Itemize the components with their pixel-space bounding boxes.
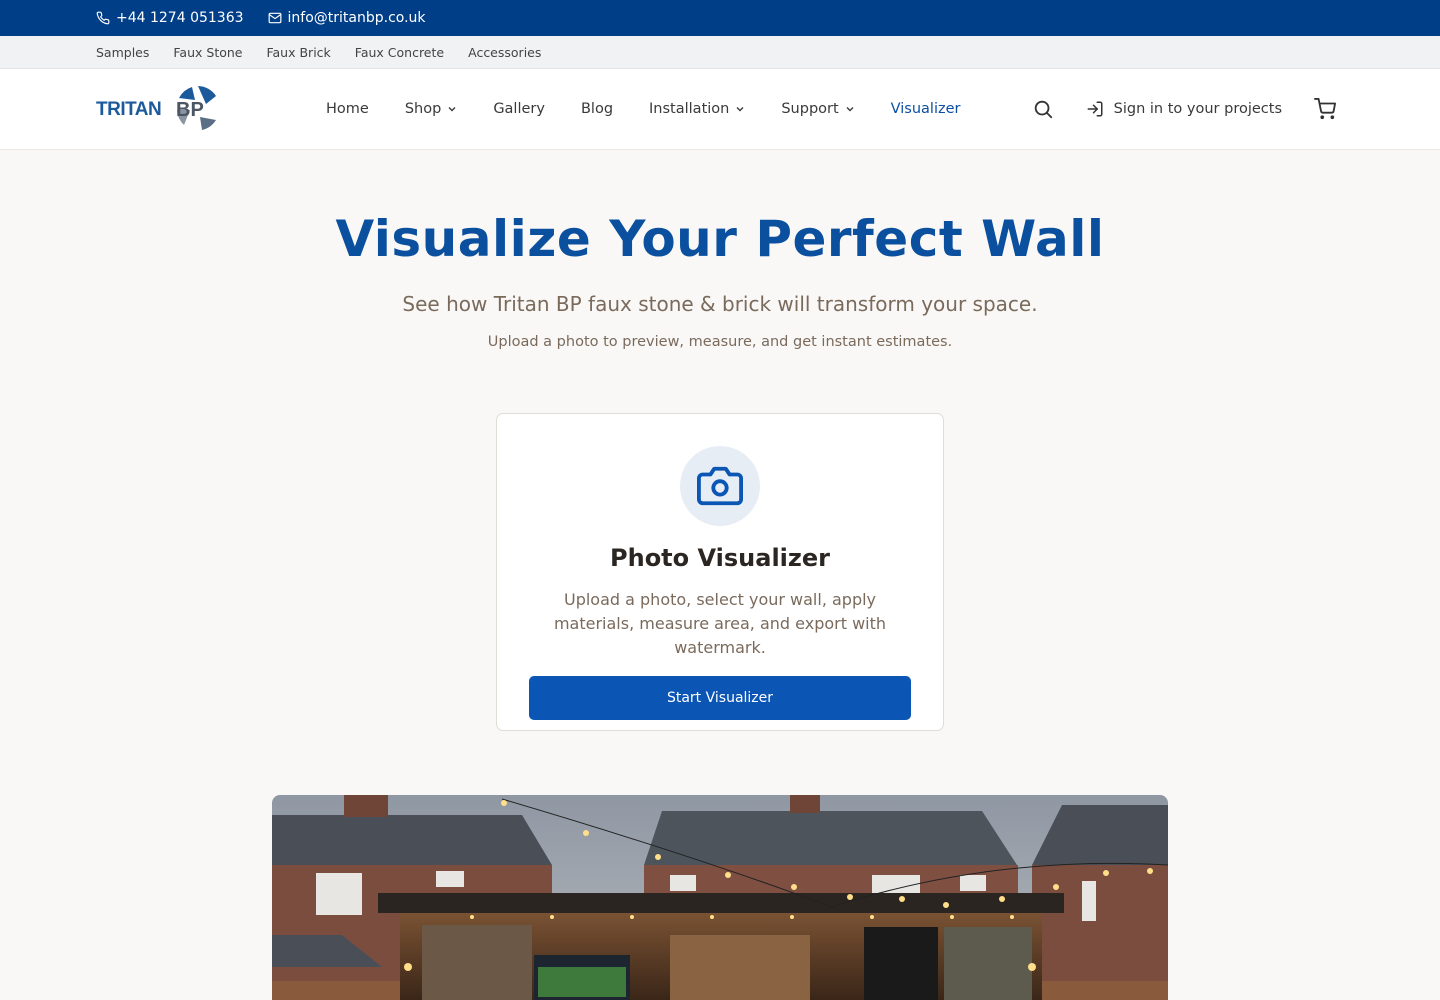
nav-home-label: Home [326,101,369,117]
nav-gallery-label: Gallery [493,101,545,117]
sign-in-label: Sign in to your projects [1113,101,1282,117]
svg-text:TRITAN: TRITAN [96,99,161,120]
chevron-down-icon [736,107,744,112]
cart-icon[interactable] [1314,98,1336,120]
chevron-down-icon [846,107,854,112]
showcase-photo [272,795,1168,1000]
category-nav: Samples Faux Stone Faux Brick Faux Concr… [0,36,1440,69]
nav-support[interactable]: Support [781,101,854,117]
subnav-faux-concrete[interactable]: Faux Concrete [355,45,444,60]
subnav-accessories[interactable]: Accessories [468,45,541,60]
search-icon[interactable] [1032,98,1054,120]
phone-icon [96,11,110,25]
site-header: TRITAN BP Home Shop Gallery Blog Install… [0,69,1440,150]
nav-gallery[interactable]: Gallery [493,101,545,117]
svg-text:BP: BP [176,99,204,121]
hero-subtext: Upload a photo to preview, measure, and … [487,334,953,350]
sign-in-link[interactable]: Sign in to your projects [1086,100,1282,118]
camera-icon-badge [680,446,760,526]
card-title: Photo Visualizer [610,544,830,572]
logo[interactable]: TRITAN BP [96,84,222,134]
card-description: Upload a photo, select your wall, apply … [553,590,887,657]
nav-installation-label: Installation [649,101,730,117]
start-visualizer-button[interactable]: Start Visualizer [529,676,911,720]
hero-section: Visualize Your Perfect Wall See how Trit… [0,208,1440,350]
nav-blog-label: Blog [580,101,614,117]
email-address: info@tritanbp.co.uk [287,10,426,26]
nav-support-label: Support [781,101,839,117]
phone-contact[interactable]: +44 1274 051363 [96,10,244,26]
nav-installation[interactable]: Installation [649,101,745,117]
nav-blog[interactable]: Blog [581,101,613,117]
header-actions: Sign in to your projects [1032,69,1336,149]
subnav-samples[interactable]: Samples [96,45,149,60]
contact-bar: +44 1274 051363 info@tritanbp.co.uk [0,0,1440,36]
main-nav: Home Shop Gallery Blog Installation Supp… [326,69,960,149]
photo-visualizer-card: Photo Visualizer Upload a photo, select … [496,413,944,731]
camera-icon [697,466,743,506]
mail-icon [268,12,281,24]
chevron-down-icon [448,107,456,112]
garden-room-image [272,795,1168,1000]
subnav-faux-brick[interactable]: Faux Brick [266,45,330,60]
email-contact[interactable]: info@tritanbp.co.uk [268,10,426,26]
hero-subtitle: See how Tritan BP faux stone & brick wil… [402,292,1038,316]
nav-home[interactable]: Home [326,101,369,117]
phone-number: +44 1274 051363 [116,10,244,26]
nav-shop[interactable]: Shop [405,101,457,117]
subnav-faux-stone[interactable]: Faux Stone [173,45,242,60]
nav-visualizer[interactable]: Visualizer [891,101,961,117]
page-title: Visualize Your Perfect Wall [335,210,1105,268]
tritan-bp-logo: TRITAN BP [96,86,216,130]
nav-shop-label: Shop [404,101,442,117]
nav-visualizer-label: Visualizer [890,101,961,117]
sign-in-icon [1087,101,1103,117]
